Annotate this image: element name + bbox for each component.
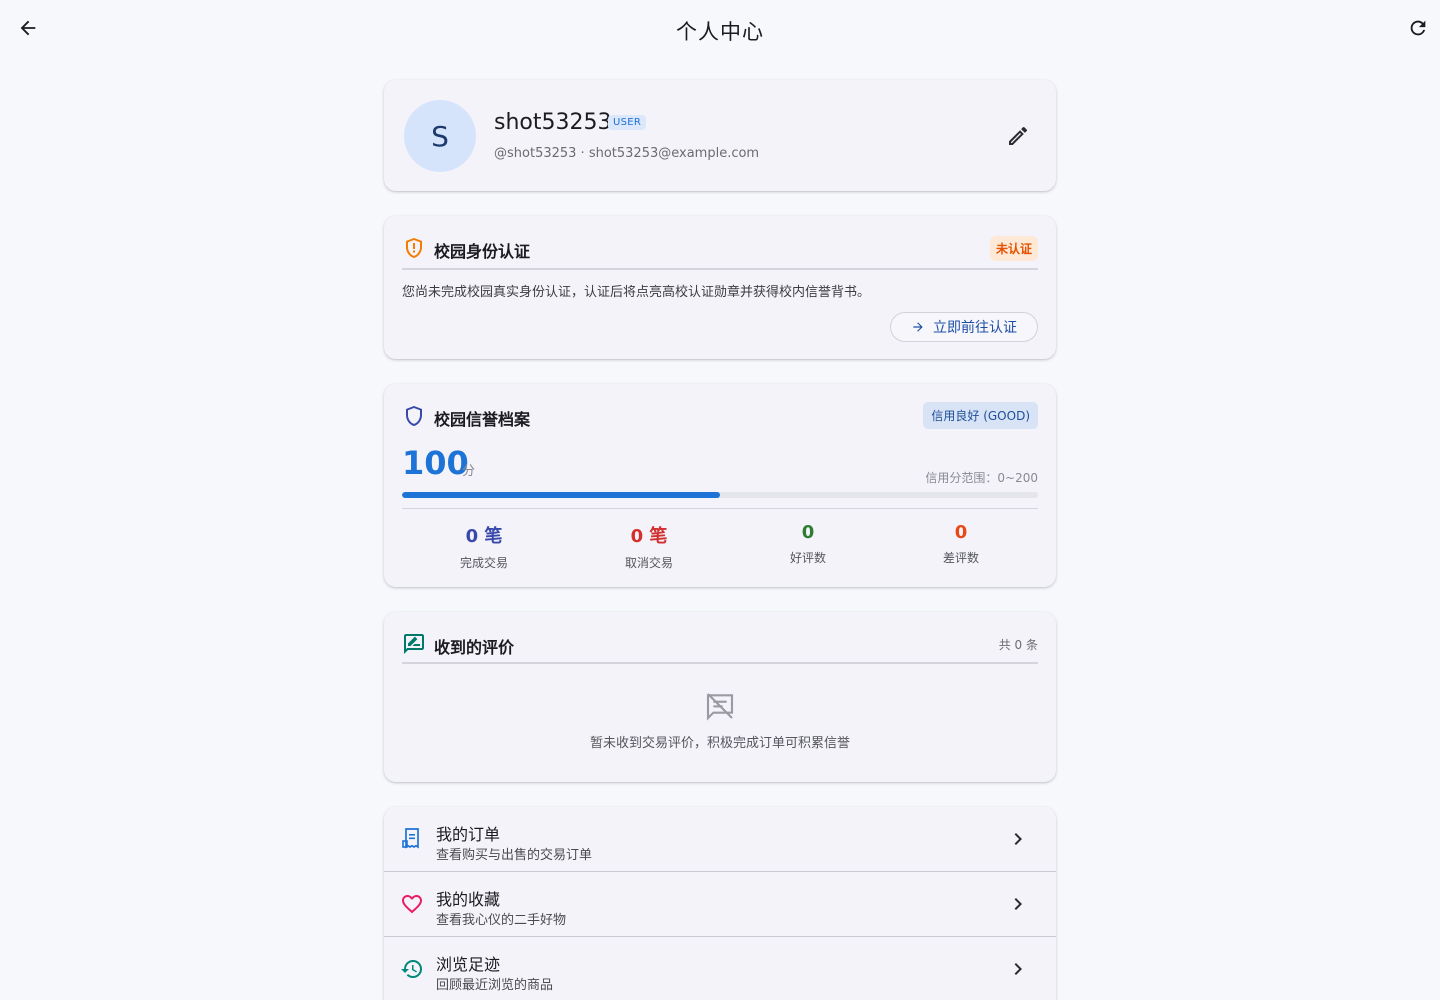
- divider: [402, 268, 1038, 270]
- comments-disabled-icon: [706, 693, 734, 721]
- username: shot53253: [494, 110, 612, 135]
- menu-card: 我的订单 查看购买与出售的交易订单 我的收藏 查看我心仪的二手好物 浏览足迹 回…: [384, 807, 1056, 1000]
- stat-positive: 0 好评数: [790, 522, 826, 566]
- receipt-icon: [402, 828, 419, 849]
- credit-progress-fill: [402, 492, 720, 498]
- credit-card: 校园信誉档案 信用良好 (GOOD) 100 分 信用分范围：0~200 0 笔…: [384, 384, 1056, 587]
- reviews-empty-text: 暂未收到交易评价，积极完成订单可积累信誉: [589, 736, 850, 751]
- app-bar: 个人中心: [0, 0, 1440, 58]
- menu-item-subtitle: 查看购买与出售的交易订单: [436, 848, 593, 863]
- verification-header: 校园身份认证: [402, 234, 1038, 264]
- chevron-right-icon: [1014, 898, 1022, 910]
- refresh-icon: [1410, 20, 1426, 36]
- verification-description: 您尚未完成校园真实身份认证，认证后将点亮高校认证勋章并获得校内信誉背书。: [402, 285, 871, 300]
- menu-item-title: 我的收藏: [436, 890, 501, 909]
- menu-item-title: 浏览足迹: [436, 955, 501, 974]
- stat-cancelled: 0 笔 取消交易: [625, 522, 673, 571]
- stat-value: 0 笔: [630, 526, 668, 547]
- menu-item-history[interactable]: 浏览足迹 回顾最近浏览的商品: [384, 937, 1056, 1000]
- go-verify-button[interactable]: 立即前往认证: [890, 312, 1038, 342]
- divider: [402, 508, 1038, 509]
- credit-stats: 0 笔 完成交易 0 笔 取消交易 0 好评数 0 差评数: [402, 522, 1038, 578]
- role-badge: USER: [608, 115, 647, 130]
- credit-title: 校园信誉档案: [434, 410, 531, 429]
- stat-label: 完成交易: [459, 556, 509, 570]
- stat-value: 0: [801, 522, 815, 543]
- handle-email: @shot53253 · shot53253@example.com: [494, 146, 760, 161]
- chevron-right-icon: [1014, 833, 1022, 845]
- stat-label: 好评数: [789, 551, 827, 565]
- page-title: 个人中心: [676, 20, 764, 44]
- stat-label: 差评数: [942, 551, 980, 565]
- rate-review-icon: [404, 634, 424, 654]
- shield-alert-icon: [406, 238, 422, 258]
- credit-progress-bar: [402, 492, 1038, 498]
- credit-score-unit: 分: [462, 464, 476, 479]
- stat-label: 取消交易: [624, 556, 674, 570]
- verification-status-badge: 未认证: [989, 236, 1038, 261]
- stat-negative: 0 差评数: [943, 522, 979, 566]
- credit-level-badge: 信用良好 (GOOD): [923, 402, 1038, 429]
- heart-icon: [402, 895, 422, 914]
- menu-item-orders[interactable]: 我的订单 查看购买与出售的交易订单: [384, 807, 1056, 872]
- avatar: S: [404, 100, 476, 172]
- reviews-title: 收到的评价: [434, 638, 515, 657]
- edit-profile-button[interactable]: [1006, 124, 1030, 148]
- verification-title: 校园身份认证: [434, 242, 531, 261]
- menu-item-title: 我的订单: [436, 825, 501, 844]
- history-icon: [401, 960, 422, 978]
- menu-item-subtitle: 回顾最近浏览的商品: [436, 978, 554, 993]
- verification-card: 校园身份认证 未认证 您尚未完成校园真实身份认证，认证后将点亮高校认证勋章并获得…: [384, 216, 1056, 359]
- shield-outline-icon: [406, 406, 422, 426]
- divider: [402, 662, 1038, 664]
- reviews-header: 收到的评价: [402, 630, 1038, 660]
- stat-completed: 0 笔 完成交易: [460, 522, 508, 571]
- go-verify-label: 立即前往认证: [933, 320, 1017, 336]
- credit-range: 信用分范围：0~200: [925, 471, 1038, 485]
- stat-value: 0: [954, 522, 968, 543]
- menu-item-subtitle: 查看我心仪的二手好物: [436, 913, 567, 928]
- refresh-button[interactable]: [1404, 14, 1432, 42]
- chevron-right-icon: [1014, 963, 1022, 975]
- arrow-right-icon: [913, 322, 923, 332]
- stat-value: 0 笔: [465, 526, 503, 547]
- reviews-count: 共 0 条: [998, 638, 1038, 652]
- menu-item-favorites[interactable]: 我的收藏 查看我心仪的二手好物: [384, 872, 1056, 937]
- reviews-card: 收到的评价 共 0 条 暂未收到交易评价，积极完成订单可积累信誉: [384, 612, 1056, 782]
- pencil-icon: [1009, 126, 1028, 145]
- credit-score: 100: [402, 444, 469, 482]
- profile-card: S shot53253 USER @shot53253 · shot53253@…: [384, 80, 1056, 191]
